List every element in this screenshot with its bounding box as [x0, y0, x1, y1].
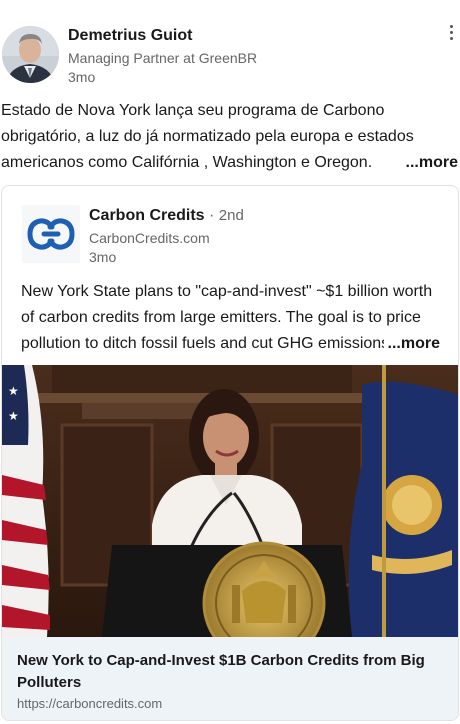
svg-text:★: ★ [8, 409, 19, 423]
shared-timestamp: 3mo [89, 249, 117, 265]
shared-domain: CarbonCredits.com [89, 230, 210, 246]
article-photo: ★ ★ [2, 365, 458, 637]
more-vertical-icon[interactable] [444, 22, 458, 42]
carbon-credits-logo-icon[interactable] [22, 205, 80, 263]
shared-body-text: New York State plans to "cap-and-invest"… [21, 283, 433, 352]
shared-separator: · [204, 207, 219, 224]
article-image[interactable]: ★ ★ [2, 365, 458, 637]
article-title[interactable]: New York to Cap-and-Invest $1B Carbon Cr… [17, 650, 447, 694]
shared-see-more-button[interactable]: ...more [383, 331, 440, 357]
post-header: Demetrius Guiot Managing Partner at Gree… [0, 0, 460, 96]
article-url: https://carboncredits.com [17, 696, 163, 711]
shared-author-name[interactable]: Carbon Credits [89, 207, 205, 224]
author-title: Managing Partner at GreenBR [68, 50, 258, 66]
article-link-footer[interactable]: New York to Cap-and-Invest $1B Carbon Cr… [2, 637, 458, 720]
shared-connection-degree: 2nd [218, 207, 244, 224]
post-see-more-button[interactable]: ...more [401, 150, 458, 176]
shared-post-card: Carbon Credits · 2nd CarbonCredits.com 3… [1, 185, 459, 721]
author-avatar[interactable] [2, 26, 59, 83]
svg-text:★: ★ [8, 384, 19, 398]
post-body-text: Estado de Nova York lança seu programa d… [1, 102, 414, 171]
post-timestamp: 3mo [68, 69, 96, 85]
author-name[interactable]: Demetrius Guiot [68, 27, 192, 45]
shared-author-line[interactable]: Carbon Credits · 2nd [89, 207, 244, 225]
avatar-photo [2, 26, 59, 83]
